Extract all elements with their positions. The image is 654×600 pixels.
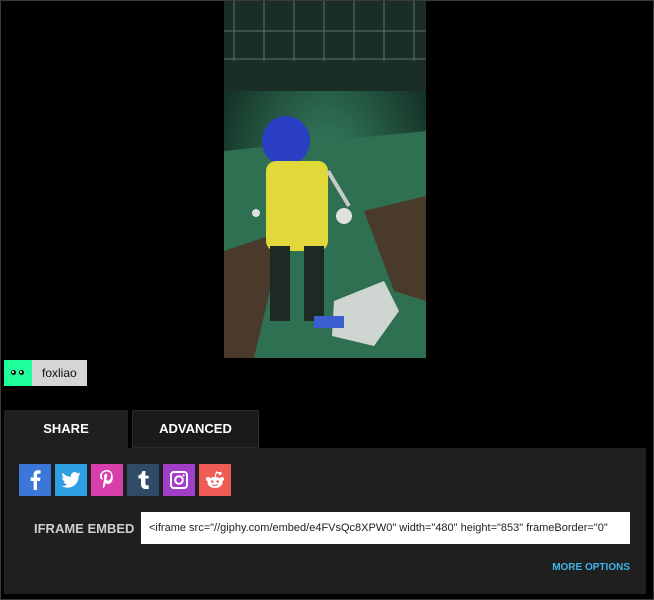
tumblr-icon [137,471,149,489]
username[interactable]: foxliao [32,360,87,386]
gif-preview[interactable] [224,1,426,358]
iframe-embed-label: IFRAME EMBED [34,521,135,536]
facebook-icon [30,470,41,490]
tab-share[interactable]: SHARE [4,410,128,448]
user-badge[interactable]: foxliao [4,360,87,386]
more-options-link[interactable]: MORE OPTIONS [552,562,630,573]
avatar-eye-left [11,370,16,375]
reddit-share-button[interactable] [199,464,231,496]
facebook-share-button[interactable] [19,464,51,496]
iframe-embed-field[interactable]: <iframe src="//giphy.com/embed/e4FVsQc8X… [141,512,630,544]
share-panel: IFRAME EMBED <iframe src="//giphy.com/em… [4,448,646,594]
instagram-share-button[interactable] [163,464,195,496]
twitter-icon [61,472,81,488]
tumblr-share-button[interactable] [127,464,159,496]
social-share-buttons [19,464,231,496]
tab-advanced[interactable]: ADVANCED [132,410,259,448]
reddit-icon [206,471,224,488]
twitter-share-button[interactable] [55,464,87,496]
avatar [4,360,32,386]
avatar-eye-right [19,370,24,375]
pinterest-share-button[interactable] [91,464,123,496]
tab-bar: SHARE ADVANCED [4,410,259,448]
instagram-icon [170,471,188,489]
pinterest-icon [100,470,113,489]
gif-image [224,1,426,358]
